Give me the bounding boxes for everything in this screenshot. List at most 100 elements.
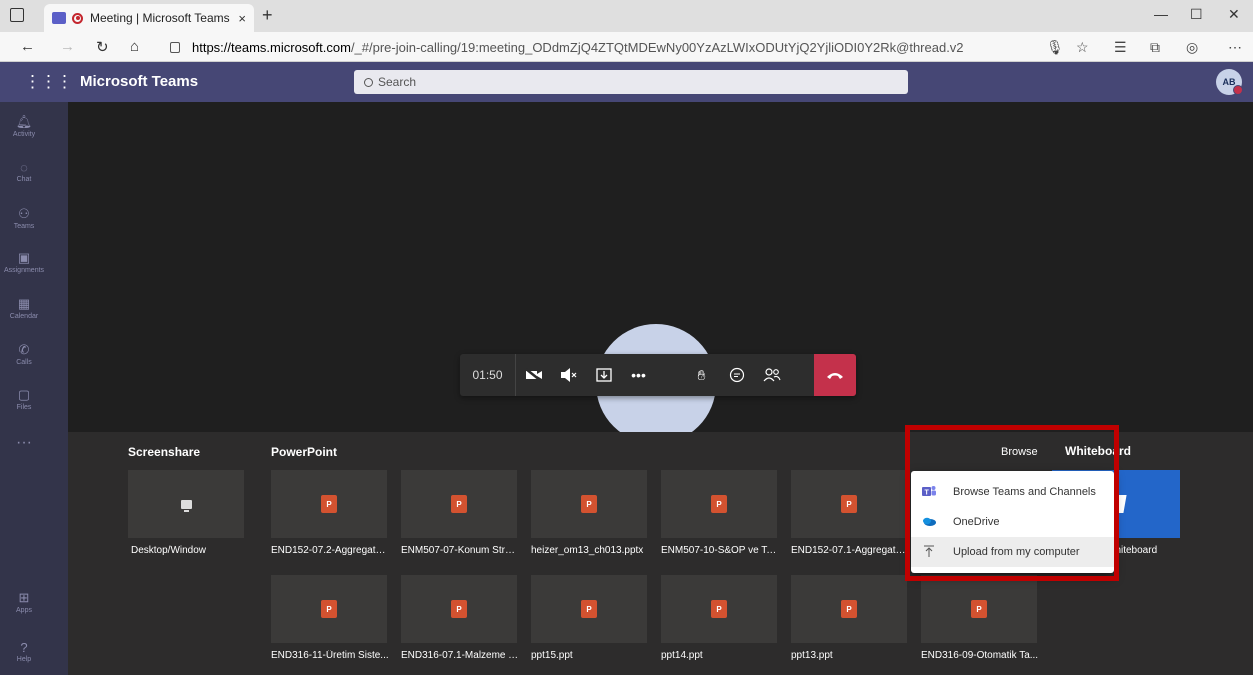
rail-label: Help [16, 656, 32, 663]
ppt-file-tile[interactable]: P [791, 575, 907, 643]
ppt-file-tile[interactable]: P [401, 470, 517, 538]
browse-dropdown-menu: T Browse Teams and Channels OneDrive Upl… [911, 471, 1114, 573]
ppt-file-tile[interactable]: P [271, 470, 387, 538]
powerpoint-icon: P [711, 495, 731, 513]
tile-label: ENM507-07-Konum Strat... [401, 545, 519, 556]
window-menu-icon[interactable] [10, 8, 24, 22]
recording-indicator-icon [72, 12, 83, 24]
app-name: Microsoft Teams [80, 73, 199, 90]
screen: Meeting | Microsoft Teams × + — ☐ ✕ ← → … [0, 0, 1253, 675]
url-host: https://teams.microsoft.com [192, 39, 351, 55]
search-placeholder: Search [378, 75, 417, 89]
app-launcher-icon[interactable]: ⋮⋮⋮ [24, 72, 73, 92]
profile-icon[interactable]: ◎ [1186, 39, 1198, 56]
rail-item-files[interactable]: ▢ Files [0, 387, 48, 411]
screenshare-title: Screenshare [128, 445, 201, 459]
more-options-icon[interactable]: ⋯ [1228, 39, 1242, 56]
tile-label: END152-07.2-Aggregate ... [271, 545, 389, 556]
ppt-file-tile[interactable]: P [661, 575, 777, 643]
tile-label: ENM507-10-S&OP ve To... [661, 545, 779, 556]
powerpoint-icon: P [841, 495, 861, 513]
rail-item-help[interactable]: ? Help [0, 640, 48, 663]
menu-item-browse-teams[interactable]: T Browse Teams and Channels [911, 477, 1114, 507]
ppt-file-tile[interactable]: P [531, 470, 647, 538]
rail-label: Assignments [3, 267, 45, 274]
rail-label: Calendar [9, 313, 39, 320]
home-icon[interactable]: ⌂ [130, 38, 139, 55]
camera-off-icon[interactable] [516, 354, 551, 396]
browse-button[interactable]: Browse [1001, 446, 1038, 458]
tile-label: Whiteboard [1106, 545, 1158, 556]
rail-item-assignments[interactable]: ▣ Assignments [0, 250, 48, 274]
tile-label: ppt14.ppt [661, 650, 703, 661]
back-icon[interactable]: ← [20, 38, 35, 55]
monitor-icon [180, 499, 192, 512]
browser-tab[interactable]: Meeting | Microsoft Teams × [44, 4, 254, 32]
speaker-mute-icon[interactable] [551, 354, 586, 396]
phone-icon: ✆ [18, 342, 30, 357]
calendar-icon: ▦ [17, 296, 31, 311]
ppt-file-tile[interactable]: P [791, 470, 907, 538]
menu-item-label: Upload from my computer [953, 546, 1080, 558]
powerpoint-icon: P [581, 600, 601, 618]
browser-tab-strip: Meeting | Microsoft Teams × + — ☐ ✕ [0, 0, 1253, 32]
powerpoint-icon: P [451, 495, 471, 513]
menu-item-label: OneDrive [953, 516, 1000, 528]
search-icon [364, 77, 373, 87]
ppt-file-tile[interactable]: P [921, 575, 1037, 643]
rail-label: Files [16, 404, 32, 411]
ppt-file-tile[interactable]: P [401, 575, 517, 643]
powerpoint-icon: P [711, 600, 731, 618]
rail-item-apps[interactable]: ⊞ Apps [0, 590, 48, 614]
rail-item-activity[interactable]: 🔔︎ Activity [0, 114, 48, 138]
new-tab-button[interactable]: + [262, 5, 273, 26]
menu-item-onedrive[interactable]: OneDrive [911, 507, 1114, 537]
powerpoint-icon: P [971, 600, 991, 618]
avatar[interactable]: AB [1216, 69, 1243, 95]
favorites-bar-icon[interactable]: ☰ [1114, 39, 1127, 56]
assignments-icon: ▣ [17, 250, 31, 265]
teams-icon: ⚇ [18, 206, 30, 221]
tab-close-icon[interactable]: × [238, 11, 246, 26]
participants-icon[interactable] [754, 354, 789, 396]
tile-label: ppt13.ppt [791, 650, 833, 661]
forward-icon[interactable]: → [60, 38, 75, 55]
ppt-file-tile[interactable]: P [661, 470, 777, 538]
search-input[interactable]: Search [354, 70, 908, 94]
menu-item-upload[interactable]: Upload from my computer [911, 537, 1114, 567]
phone-hangup-icon [827, 373, 843, 379]
rail-item-calendar[interactable]: ▦ Calendar [0, 296, 48, 320]
tab-title: Meeting | Microsoft Teams [90, 11, 230, 25]
collections-icon[interactable]: ⧉ [1150, 39, 1160, 56]
rail-item-calls[interactable]: ✆ Calls [0, 342, 48, 366]
menu-item-label: Browse Teams and Channels [953, 486, 1096, 498]
maximize-button[interactable]: ☐ [1190, 6, 1203, 23]
close-window-button[interactable]: ✕ [1228, 6, 1240, 23]
more-actions-icon[interactable]: ••• [621, 354, 656, 396]
minimize-button[interactable]: — [1154, 6, 1168, 22]
call-controls: 01:50 ••• ✋︎ [460, 354, 856, 396]
ppt-file-tile[interactable]: P [531, 575, 647, 643]
refresh-icon[interactable]: ↻ [96, 38, 109, 56]
powerpoint-icon: P [581, 495, 601, 513]
rail-label: Activity [12, 131, 36, 138]
left-rail: 🔔︎ Activity ◌ Chat ⚇ Teams ▣ Assignments… [0, 102, 68, 675]
tile-label: END316-09-Otomatik Ta... [921, 650, 1039, 661]
desktop-window-tile[interactable] [128, 470, 244, 538]
rail-item-chat[interactable]: ◌ Chat [0, 160, 48, 183]
call-timer: 01:50 [460, 354, 516, 396]
raise-hand-icon[interactable]: ✋︎ [684, 354, 719, 396]
browser-toolbar: ← → ↻ ⌂ https://teams.microsoft.com/_#/p… [0, 32, 1253, 62]
powerpoint-title: PowerPoint [271, 445, 338, 459]
ppt-file-tile[interactable]: P [271, 575, 387, 643]
share-tray-icon[interactable] [586, 354, 621, 396]
file-icon: ▢ [17, 387, 31, 402]
favorite-icon[interactable]: ☆ [1076, 39, 1089, 56]
rail-item-teams[interactable]: ⚇ Teams [0, 206, 48, 230]
hang-up-button[interactable] [814, 354, 856, 396]
more-apps-button[interactable]: ··· [0, 434, 48, 452]
microphone-icon[interactable]: 🎙 [1046, 39, 1064, 56]
chat-icon[interactable] [719, 354, 754, 396]
tile-label: END316-07.1-Malzeme T... [401, 650, 519, 661]
powerpoint-icon: P [841, 600, 861, 618]
